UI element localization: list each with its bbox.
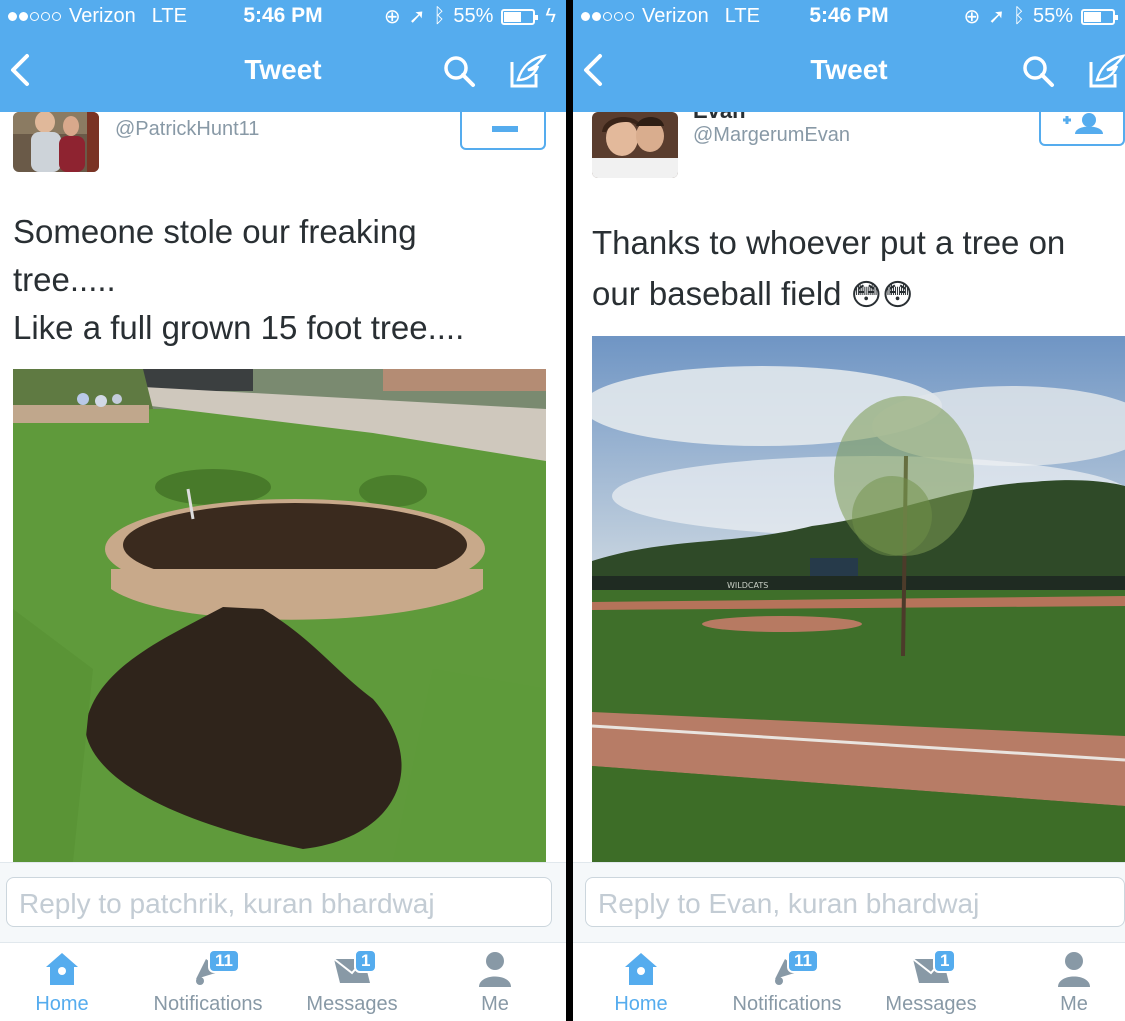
tab-home[interactable]: Home (609, 949, 673, 1016)
tab-notifications[interactable]: 11 Notifications (727, 949, 847, 1016)
status-bar: Verizon LTE 5:46 PM ⊕ ➚ ᛒ 55% ϟ (0, 0, 566, 32)
reply-input[interactable]: Reply to patchrik, kuran bhardwaj (6, 877, 552, 927)
bluetooth-icon: ᛒ (433, 5, 446, 27)
tab-label: Me (1060, 993, 1088, 1015)
page-title: Tweet (244, 54, 322, 85)
reply-bar: Reply to patchrik, kuran bhardwaj (0, 862, 566, 942)
tab-bar: Home 11 Notifications 1 Messages Me (573, 942, 1125, 1021)
tab-label: Notifications (153, 993, 263, 1015)
battery-percent: 55% (453, 5, 494, 27)
search-icon[interactable] (1021, 54, 1055, 88)
tab-me[interactable]: Me (1049, 949, 1099, 1016)
nav-bar: Tweet (0, 32, 566, 112)
battery-percent: 55% (1032, 5, 1073, 27)
status-bar: Verizon LTE 5:46 PM ⊕ ➚ ᛒ 55% (573, 0, 1125, 32)
battery-icon (501, 8, 539, 25)
messages-badge: 1 (354, 949, 378, 973)
tab-me[interactable]: Me (470, 949, 520, 1016)
tab-messages[interactable]: 1 Messages (881, 949, 981, 1016)
home-icon (46, 953, 78, 985)
tweet-detail: Evan @MargerumEvan Thanks to whoever put… (573, 112, 1125, 862)
notifications-badge: 11 (787, 949, 819, 973)
outfield-wall-text: WILDCATS (727, 581, 768, 590)
notifications-badge: 11 (208, 949, 240, 973)
follow-button[interactable] (1039, 112, 1125, 146)
tweet-line: our baseball field (592, 275, 842, 312)
left-phone-screen: Verizon LTE 5:46 PM ⊕ ➚ ᛒ 55% ϟ Tweet @P… (0, 0, 566, 1021)
tweet-line: Like a full grown 15 foot tree.... (13, 309, 465, 346)
person-icon (479, 952, 511, 987)
location-icon: ➚ (988, 6, 1005, 28)
tab-bar: Home 11 Notifications 1 Messages Me (0, 942, 566, 1021)
tab-label: Home (35, 993, 89, 1015)
charging-icon: ϟ (545, 5, 556, 27)
tab-messages[interactable]: 1 Messages (302, 949, 402, 1016)
tab-home[interactable]: Home (30, 949, 94, 1016)
tweet-photo[interactable] (13, 369, 546, 862)
tweet-text: Someone stole our freaking tree..... Lik… (13, 208, 553, 352)
user-name[interactable]: Evan (693, 112, 746, 124)
add-user-icon (1063, 113, 1103, 134)
tweet-line: tree..... (13, 261, 116, 298)
reply-bar: Reply to Evan, kuran bhardwaj (573, 862, 1125, 942)
avatar[interactable] (592, 112, 678, 178)
rotation-lock-icon: ⊕ (383, 6, 401, 28)
compose-icon[interactable] (1087, 52, 1125, 90)
user-handle[interactable]: @PatrickHunt11 (115, 118, 259, 141)
home-icon (625, 953, 657, 985)
tab-label: Messages (306, 993, 398, 1015)
battery-icon (1081, 8, 1118, 25)
person-icon (1058, 952, 1090, 987)
rotation-lock-icon: ⊕ (963, 6, 981, 28)
reply-input[interactable]: Reply to Evan, kuran bhardwaj (585, 877, 1125, 927)
search-icon[interactable] (442, 54, 476, 88)
right-phone-screen: Verizon LTE 5:46 PM ⊕ ➚ ᛒ 55% Tweet Evan (573, 0, 1125, 1021)
tweet-text: Thanks to whoever put a tree on our base… (592, 217, 1122, 321)
tab-label: Messages (885, 993, 977, 1015)
location-icon: ➚ (408, 6, 426, 28)
flushed-emoji: 😳😳 (850, 279, 914, 312)
compose-icon[interactable] (508, 52, 548, 90)
messages-badge: 1 (933, 949, 957, 973)
tweet-detail: @PatrickHunt11 Someone stole our freakin… (0, 112, 566, 862)
tab-label: Notifications (732, 993, 842, 1015)
tweet-line: Someone stole our freaking (13, 213, 417, 250)
follow-button[interactable] (460, 112, 546, 150)
tab-label: Me (481, 993, 509, 1015)
bluetooth-icon: ᛒ (1012, 5, 1025, 27)
nav-bar: Tweet (573, 32, 1125, 112)
tab-label: Home (614, 993, 668, 1015)
user-handle[interactable]: @MargerumEvan (693, 124, 850, 147)
tab-notifications[interactable]: 11 Notifications (148, 949, 268, 1016)
tweet-photo[interactable]: WILDCATS (592, 336, 1125, 862)
add-user-icon (492, 126, 518, 132)
avatar[interactable] (13, 112, 99, 172)
tweet-line: Thanks to whoever put a tree on (592, 224, 1066, 261)
